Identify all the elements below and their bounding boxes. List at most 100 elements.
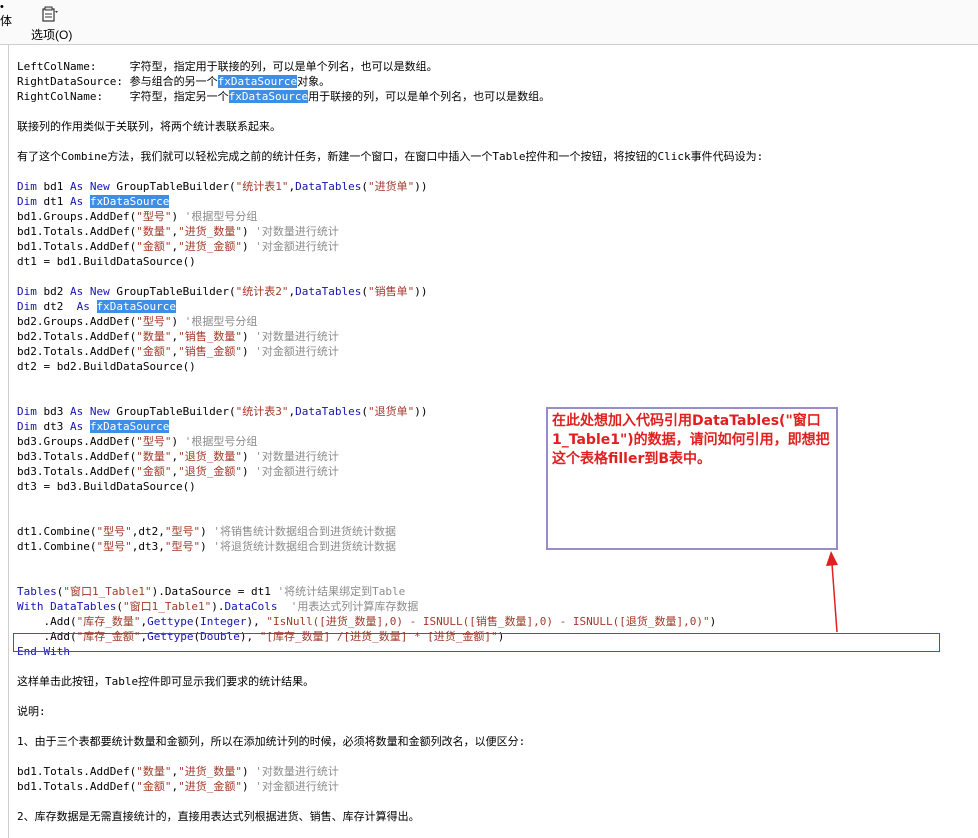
code-string: "型号" xyxy=(96,540,132,553)
text-line: bd2.Totals.AddDef("金额","销售_金额") '对金额进行统计 xyxy=(17,344,957,359)
text-segment xyxy=(83,285,90,298)
text-segment: ( xyxy=(361,405,368,418)
text-line: bd1.Totals.AddDef("金额","进货_金额") '对金额进行统计 xyxy=(17,779,957,794)
code-keyword: As xyxy=(76,300,90,313)
text-segment: ) xyxy=(171,210,185,223)
code-comment: '根据型号分组 xyxy=(184,315,258,328)
code-comment: '对金额进行统计 xyxy=(255,780,339,793)
text-segment xyxy=(90,300,97,313)
text-segment: bd1.Groups.AddDef( xyxy=(17,210,137,223)
code-keyword: Gettype xyxy=(147,615,194,628)
text-segment: bd1.Totals.AddDef( xyxy=(17,225,137,238)
text-segment: bd2.Groups.AddDef( xyxy=(17,315,137,328)
code-comment: '用表达式列计算库存数据 xyxy=(290,600,419,613)
code-keyword: Integer xyxy=(200,615,247,628)
text-segment: bd3 xyxy=(36,405,70,418)
text-line: Dim bd1 As New GroupTableBuilder("统计表1",… xyxy=(17,179,957,194)
code-keyword: As xyxy=(70,180,84,193)
text-segment: bd1.Totals.AddDef( xyxy=(17,240,137,253)
code-keyword: DataTables xyxy=(50,600,117,613)
text-line: bd1.Totals.AddDef("数量","进货_数量") '对数量进行统计 xyxy=(17,764,957,779)
text-segment: bd1.Totals.AddDef( xyxy=(17,765,137,778)
text-segment: dt2 = bd2.BuildDataSource() xyxy=(17,360,196,373)
text-segment: ) xyxy=(171,435,185,448)
selected-text: fxDataSource xyxy=(96,300,176,313)
text-segment: GroupTableBuilder( xyxy=(109,285,236,298)
text-segment: ) xyxy=(709,615,717,628)
text-segment: LeftColName: 字符型，指定用于联接的列，可以是单个列名，也可以是数组… xyxy=(17,60,438,73)
code-string: "销售_金额" xyxy=(178,345,242,358)
code-keyword: DataTables xyxy=(295,180,362,193)
code-string: "统计表2" xyxy=(235,285,289,298)
text-line: With DataTables("窗口1_Table1").DataCols '… xyxy=(17,599,957,614)
text-segment: dt3 xyxy=(36,420,70,433)
text-line: RightDataSource: 参与组合的另一个fxDataSource对象。 xyxy=(17,74,957,89)
selected-text: fxDataSource xyxy=(228,90,309,103)
code-string: "型号" xyxy=(96,525,132,538)
options-icon xyxy=(42,6,58,22)
annotation-box: 在此处想加入代码引用DataTables("窗口1_Table1")的数据，请问… xyxy=(546,407,838,550)
text-segment: bd1 xyxy=(36,180,70,193)
code-string: "金额" xyxy=(136,240,172,253)
code-keyword: As xyxy=(70,405,84,418)
text-segment: bd3.Groups.AddDef( xyxy=(17,435,137,448)
text-segment: ) xyxy=(241,780,256,793)
text-line: bd2.Totals.AddDef("数量","销售_数量") '对数量进行统计 xyxy=(17,329,957,344)
code-string: "数量" xyxy=(136,225,172,238)
options-label: 选项(O) xyxy=(31,28,73,42)
code-keyword: New xyxy=(89,180,110,193)
code-string: "型号" xyxy=(136,435,172,448)
text-segment: ). xyxy=(211,600,225,613)
text-line: Tables("窗口1_Table1").DataSource = dt1 '将… xyxy=(17,584,957,599)
code-string: "数量" xyxy=(136,330,172,343)
text-line: 有了这个Combine方法，我们就可以轻松完成之前的统计任务，新建一个窗口，在窗… xyxy=(17,149,957,164)
text-segment: bd2.Totals.AddDef( xyxy=(17,330,137,343)
text-segment: 对象。 xyxy=(297,75,331,88)
code-string: "型号" xyxy=(164,540,201,553)
text-segment: ) xyxy=(200,540,214,553)
code-keyword: With xyxy=(17,600,44,613)
text-segment: dt1.Combine( xyxy=(17,540,97,553)
text-line: 2、库存数据是无需直接统计的，直接用表达式列根据进货、销售、库存计算得出。 xyxy=(17,809,957,824)
code-string: "进货_金额" xyxy=(178,780,242,793)
text-line: LeftColName: 字符型，指定用于联接的列，可以是单个列名，也可以是数组… xyxy=(17,59,957,74)
code-string: "IsNull([进货_数量],0) - ISNULL([销售_数量],0) -… xyxy=(266,615,710,628)
text-segment: dt2 xyxy=(36,300,77,313)
code-string: "型号" xyxy=(136,210,172,223)
text-line: 说明: xyxy=(17,704,957,719)
code-string: "进货_金额" xyxy=(178,240,242,253)
code-keyword: Tables xyxy=(17,585,57,598)
code-string: "进货单" xyxy=(367,180,415,193)
text-line: 1、由于三个表都要统计数量和金额列，所以在添加统计列的时候，必须将数量和金额列改… xyxy=(17,734,957,749)
text-line: 联接列的作用类似于关联列，将两个统计表联系起来。 xyxy=(17,119,957,134)
text-line: bd1.Groups.AddDef("型号") '根据型号分组 xyxy=(17,209,957,224)
code-string: "数量" xyxy=(136,765,172,778)
text-line: Dim bd2 As New GroupTableBuilder("统计表2",… xyxy=(17,284,957,299)
options-button[interactable]: 选项(O) xyxy=(26,2,76,42)
text-segment: .Add( xyxy=(17,615,77,628)
selected-text: fxDataSource xyxy=(217,75,298,88)
selected-text: fxDataSource xyxy=(89,195,170,208)
code-keyword: As xyxy=(70,195,84,208)
code-keyword: New xyxy=(89,285,110,298)
code-string: "库存_数量" xyxy=(76,615,141,628)
text-segment: )) xyxy=(414,405,428,418)
code-string: "进货_数量" xyxy=(178,765,242,778)
text-segment: RightColName: 字符型，指定另一个 xyxy=(17,90,229,103)
text-segment xyxy=(83,405,90,418)
text-segment: ), xyxy=(246,615,267,628)
code-keyword: Dim xyxy=(17,195,37,208)
code-string: "统计表1" xyxy=(235,180,289,193)
text-segment: ) xyxy=(241,240,256,253)
code-string: "数量" xyxy=(136,450,172,463)
highlight-rectangle xyxy=(13,633,940,652)
